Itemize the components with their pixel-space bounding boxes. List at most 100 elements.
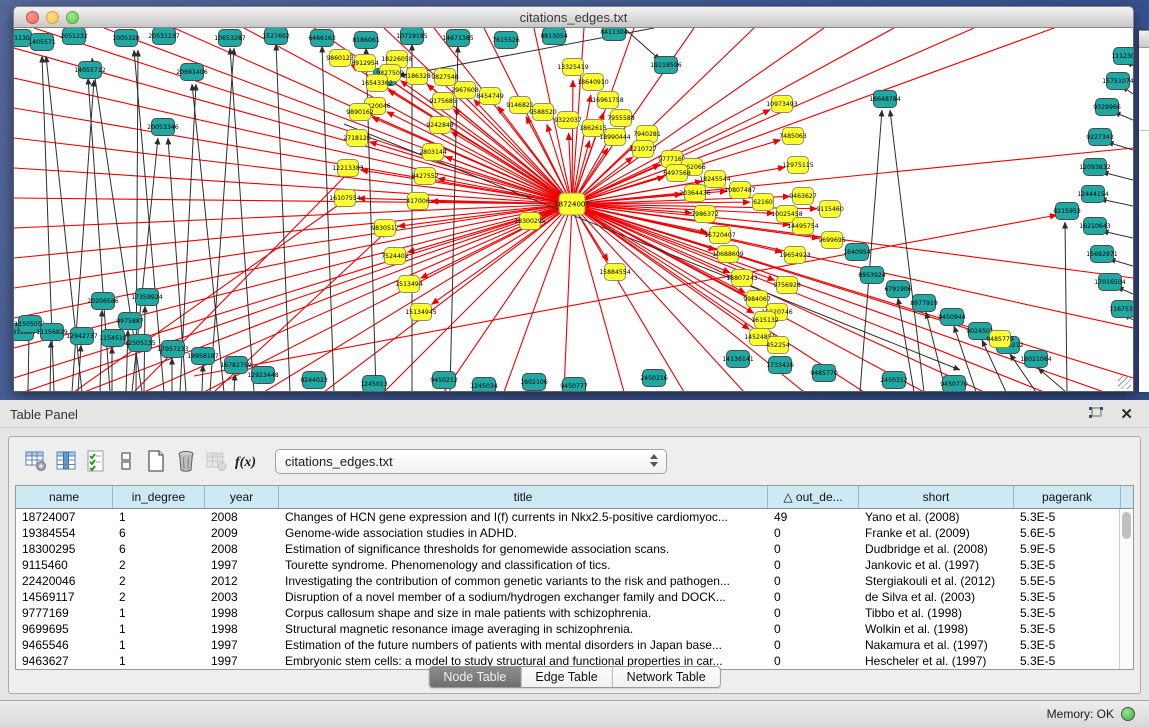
graph-node[interactable]: 9485770	[810, 365, 838, 382]
graph-node[interactable]: 10719185	[396, 28, 428, 45]
network-canvas[interactable]: 8411305140557120512321405571210053282053…	[13, 28, 1134, 392]
graph-node[interactable]: 8813054	[540, 28, 568, 45]
graph-node[interactable]: 12093832	[1079, 159, 1111, 176]
graph-node[interactable]: 8427552	[411, 168, 439, 185]
table-scrollbar-thumb[interactable]	[1122, 512, 1131, 539]
network-canvas-svg[interactable]: 8411305140557120512321405571210053282053…	[14, 28, 1133, 392]
graph-node[interactable]: 12505135	[124, 335, 156, 352]
graph-node[interactable]: 14055712	[74, 62, 106, 79]
table-select-dropdown[interactable]: citations_edges.txt	[275, 449, 667, 474]
graph-node[interactable]: 10973493	[766, 96, 798, 113]
graph-node[interactable]: 9485779	[986, 331, 1014, 348]
graph-node[interactable]: 16782759	[220, 357, 252, 374]
graph-node[interactable]: 12213383	[332, 160, 364, 177]
graph-node[interactable]: 1513494	[395, 276, 423, 293]
graph-node[interactable]: 9463627	[789, 188, 817, 205]
column-header-short[interactable]: short	[859, 486, 1014, 508]
graph-node[interactable]: 9175685	[429, 93, 457, 110]
graph-node[interactable]: 62160	[753, 194, 774, 211]
graph-node[interactable]: 2967608	[451, 82, 479, 99]
graph-node[interactable]: 9756928	[773, 277, 801, 294]
graph-node[interactable]: 9450212	[430, 372, 458, 389]
graph-node[interactable]: 15692971	[1086, 246, 1118, 263]
graph-node[interactable]: 8454749	[476, 88, 504, 105]
close-panel-icon[interactable]: ✕	[1120, 405, 1133, 423]
graph-node[interactable]: 17016504	[1094, 274, 1126, 291]
graph-node[interactable]: 2718120	[343, 130, 371, 147]
graph-node[interactable]: 9242848	[426, 117, 454, 134]
graph-node[interactable]: 1210727	[629, 141, 657, 158]
graph-node[interactable]: 1167533	[1109, 301, 1133, 318]
graph-node[interactable]: 10653287	[214, 30, 246, 47]
graph-node[interactable]: 9827546	[431, 69, 459, 86]
graph-node[interactable]: 7986372	[691, 206, 719, 223]
graph-node[interactable]: 19218596	[650, 57, 682, 74]
graph-node[interactable]: 7955588	[607, 110, 635, 127]
graph-node[interactable]: 8215953	[1053, 203, 1081, 220]
graph-node[interactable]: 2051232	[60, 28, 88, 45]
graph-node[interactable]: 1640954	[843, 244, 871, 261]
graph-node[interactable]: 12923448	[247, 367, 279, 384]
graph-node[interactable]: 9450944	[938, 309, 966, 326]
table-row[interactable]: 969969511998Structural magnetic resonanc…	[16, 621, 1133, 637]
graph-node[interactable]: 7615526	[492, 32, 520, 49]
graph-node[interactable]: 14671385	[442, 30, 474, 47]
graph-node[interactable]: 12444154	[1077, 186, 1109, 203]
graph-node[interactable]: 19654923	[779, 247, 811, 264]
graph-node[interactable]: 8953924	[858, 267, 886, 284]
table-row[interactable]: 911546021997Tourette syndrome. Phenomeno…	[16, 557, 1133, 573]
graph-node[interactable]: 6791906	[884, 281, 912, 298]
table-row[interactable]: 2242004622012Investigating the contribut…	[16, 573, 1133, 589]
table-row[interactable]: 1872400712008Changes of HCN gene express…	[16, 509, 1133, 525]
table-row[interactable]: 1456911722003Disruption of a novel membe…	[16, 589, 1133, 605]
graph-node[interactable]: 9860123	[326, 50, 354, 67]
graph-node[interactable]: 1154519	[99, 330, 127, 347]
graph-node[interactable]: 18640910	[577, 74, 609, 91]
show-columns-icon[interactable]	[51, 447, 81, 475]
graph-node[interactable]: 1005328	[112, 30, 140, 47]
table-row[interactable]: 1830029562008Estimation of significance …	[16, 541, 1133, 557]
graph-node[interactable]: 7524402	[381, 248, 409, 265]
graph-node[interactable]: 9890162	[346, 104, 374, 121]
graph-node[interactable]: 9227343	[1086, 129, 1114, 146]
graph-node[interactable]: 9984067	[743, 291, 771, 308]
graph-node[interactable]: 19958187	[187, 348, 219, 365]
graph-node[interactable]: 6497568	[663, 165, 691, 182]
tab-network-table[interactable]: Network Table	[613, 667, 720, 687]
graph-node[interactable]: 9975887	[116, 313, 144, 330]
graph-node[interactable]: 20691406	[176, 64, 208, 81]
row-selection-icon[interactable]	[81, 447, 111, 475]
graph-node[interactable]: 417006	[406, 193, 430, 210]
graph-node[interactable]: 8977919	[910, 295, 938, 312]
graph-node[interactable]: 20053346	[147, 119, 179, 136]
graph-node[interactable]: 15751074	[1102, 73, 1133, 90]
table-row[interactable]: 1938455462009Genome-wide association stu…	[16, 525, 1133, 541]
graph-node[interactable]: 1245034	[470, 378, 498, 393]
column-header-pagerank[interactable]: pagerank	[1014, 486, 1121, 508]
graph-node[interactable]: 9450777	[560, 378, 588, 393]
graph-node[interactable]: 17359924	[131, 289, 163, 306]
graph-node[interactable]: 1405571	[28, 34, 56, 51]
column-header-title[interactable]: title	[279, 486, 768, 508]
graph-node[interactable]: 16961758	[592, 92, 624, 109]
graph-node[interactable]: 2450216	[640, 370, 668, 387]
delete-column-icon[interactable]	[171, 447, 201, 475]
graph-node[interactable]: 15720407	[704, 227, 736, 244]
float-window-icon[interactable]	[1087, 406, 1105, 422]
graph-node[interactable]: 452254	[766, 337, 790, 354]
graph-node[interactable]: 20206586	[87, 293, 119, 310]
graph-node[interactable]: 7940281	[633, 126, 661, 143]
graph-node[interactable]: 18245544	[699, 171, 731, 188]
graph-node[interactable]: 9115460	[816, 201, 844, 218]
graph-node[interactable]: 9830517	[371, 220, 399, 237]
window-resize-grip[interactable]	[1118, 376, 1131, 389]
graph-node[interactable]: 7485063	[779, 128, 807, 145]
graph-node[interactable]: 15884554	[599, 264, 631, 281]
graph-node[interactable]: 12975115	[782, 157, 814, 174]
graph-node[interactable]: 2450312	[880, 372, 908, 389]
toggle-rows-icon[interactable]	[111, 447, 141, 475]
graph-node[interactable]: 8411304	[600, 28, 628, 41]
graph-node[interactable]: 1112304	[1111, 48, 1133, 65]
column-header-year[interactable]: year	[205, 486, 279, 508]
column-header-name[interactable]: name	[16, 486, 113, 508]
